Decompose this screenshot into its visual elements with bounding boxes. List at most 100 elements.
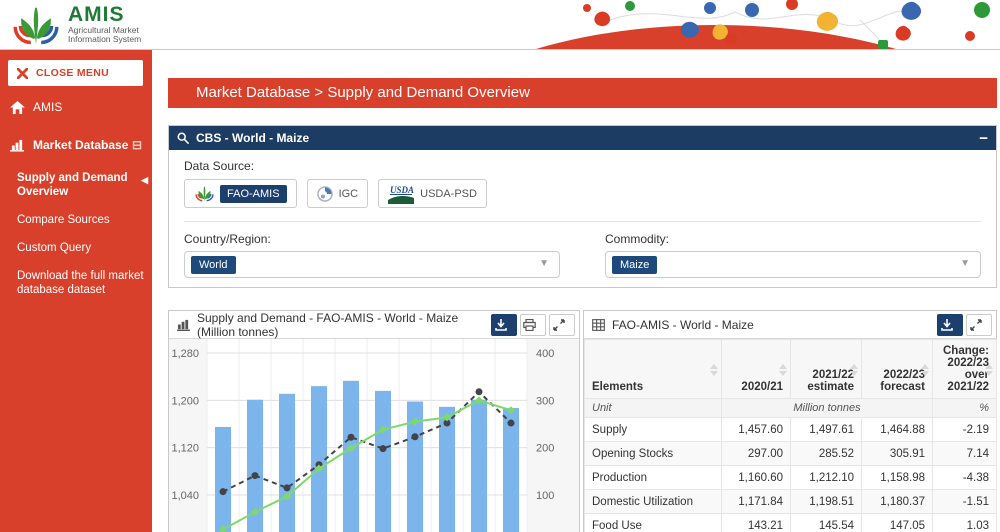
table-row: Opening Stocks 297.00 285.52 305.91 7.14	[585, 442, 997, 466]
sidebar-item-market-database[interactable]: Market Database ⊟	[0, 130, 152, 160]
sidebar: CLOSE MENU AMIS Market Database ⊟ Supply…	[0, 50, 152, 532]
breadcrumb: Market Database > Supply and Demand Over…	[168, 78, 997, 108]
close-menu-label: CLOSE MENU	[36, 67, 109, 79]
element-name: Production	[585, 466, 722, 490]
filters-panel-title: CBS - World - Maize	[196, 131, 979, 145]
usda-logo-icon: USDA	[388, 184, 414, 204]
svg-text:300: 300	[536, 395, 554, 407]
expand-icon	[970, 319, 982, 331]
divider	[184, 221, 981, 222]
value-cell: 1,158.98	[862, 466, 933, 490]
main-content: Market Database > Supply and Demand Over…	[152, 50, 1000, 532]
unit-percent: %	[933, 399, 997, 418]
source-button-igc[interactable]: IGC	[307, 179, 369, 208]
change-cell: -1.51	[933, 490, 997, 514]
column-header-elements[interactable]: Elements	[585, 340, 722, 399]
top-banner: AMIS Agricultural Market Information Sys…	[0, 0, 1000, 50]
unit-label: Unit	[585, 399, 722, 418]
sort-icon	[921, 364, 929, 376]
sort-icon	[779, 364, 787, 376]
country-select[interactable]: World ▼	[184, 251, 560, 278]
change-cell: 1.03	[933, 514, 997, 532]
expand-icon	[553, 319, 565, 331]
sidebar-item-amis[interactable]: AMIS	[0, 92, 152, 122]
country-selected-chip: World	[191, 256, 236, 274]
sidebar-item-download-dataset[interactable]: Download the full market database datase…	[17, 262, 152, 304]
sort-icon	[985, 364, 993, 376]
change-cell: -2.19	[933, 418, 997, 442]
table-row: Domestic Utilization 1,171.84 1,198.51 1…	[585, 490, 997, 514]
svg-text:1,200: 1,200	[171, 395, 199, 407]
value-cell: 1,180.37	[862, 490, 933, 514]
column-header-2020-21[interactable]: 2020/21	[722, 340, 791, 399]
table-row: Supply 1,457.60 1,497.61 1,464.88 -2.19	[585, 418, 997, 442]
value-cell: 305.91	[862, 442, 933, 466]
sub-item-label: Download the full market database datase…	[17, 270, 144, 296]
sort-icon	[850, 364, 858, 376]
close-menu-button[interactable]: CLOSE MENU	[8, 60, 143, 86]
source-button-fao-amis[interactable]: FAO-AMIS	[184, 179, 297, 208]
sidebar-item-supply-and-demand-overview[interactable]: Supply and Demand Overview ◀	[17, 164, 152, 206]
value-cell: 1,198.51	[791, 490, 862, 514]
table-panel-title: FAO-AMIS - World - Maize	[612, 318, 934, 332]
svg-text:1,120: 1,120	[171, 443, 199, 455]
chart-download-button[interactable]	[491, 314, 517, 336]
element-name: Opening Stocks	[585, 442, 722, 466]
sidebar-item-label: AMIS	[33, 100, 62, 114]
column-header-2022-23-forecast[interactable]: 2022/23forecast	[862, 340, 933, 399]
chart-panel-header: Supply and Demand - FAO-AMIS - World - M…	[169, 311, 579, 339]
change-cell: 7.14	[933, 442, 997, 466]
supply-demand-chart: 1,2804001,2003001,1202001,040100	[169, 339, 579, 532]
unit-row: Unit Million tonnes %	[585, 399, 997, 418]
value-cell: 143.21	[722, 514, 791, 532]
chart-expand-button[interactable]	[549, 314, 575, 336]
value-cell: 147.05	[862, 514, 933, 532]
chevron-down-icon: ▼	[960, 258, 970, 269]
column-header-change[interactable]: Change:2022/23over2021/22	[933, 340, 997, 399]
commodity-select[interactable]: Maize ▼	[605, 251, 981, 278]
amis-logo: AMIS Agricultural Market Information Sys…	[10, 4, 141, 48]
caret-left-icon: ◀	[141, 173, 148, 187]
svg-text:100: 100	[536, 490, 554, 502]
close-icon	[17, 68, 28, 79]
table-row: Food Use 143.21 145.54 147.05 1.03	[585, 514, 997, 532]
table-header-row: Elements 2020/21 2021/22estimate 2022/23…	[585, 340, 997, 399]
table-panel: FAO-AMIS - World - Maize Elements	[583, 310, 997, 532]
bar-chart-icon	[10, 139, 25, 152]
column-header-2021-22-estimate[interactable]: 2021/22estimate	[791, 340, 862, 399]
value-cell: 1,160.60	[722, 466, 791, 490]
chart-print-button[interactable]	[520, 314, 546, 336]
source-label: IGC	[339, 188, 359, 200]
collapse-panel-button[interactable]: −	[979, 131, 988, 146]
unit-value: Million tonnes	[722, 399, 933, 418]
search-icon	[177, 132, 189, 144]
element-name: Food Use	[585, 514, 722, 532]
chart-panel: Supply and Demand - FAO-AMIS - World - M…	[168, 310, 580, 532]
source-button-usda-psd[interactable]: USDA USDA-PSD	[378, 179, 487, 208]
collapse-section-icon[interactable]: ⊟	[132, 138, 142, 152]
table-row: Production 1,160.60 1,212.10 1,158.98 -4…	[585, 466, 997, 490]
value-cell: 145.54	[791, 514, 862, 532]
change-cell: -4.38	[933, 466, 997, 490]
igc-logo-icon	[317, 186, 333, 202]
table-icon	[592, 319, 605, 331]
value-cell: 1,464.88	[862, 418, 933, 442]
sidebar-item-custom-query[interactable]: Custom Query	[17, 234, 152, 262]
supply-demand-table: Elements 2020/21 2021/22estimate 2022/23…	[584, 339, 997, 532]
commodity-selected-chip: Maize	[612, 256, 657, 274]
svg-text:400: 400	[536, 348, 554, 360]
sidebar-item-compare-sources[interactable]: Compare Sources	[17, 206, 152, 234]
sidebar-subnav: Supply and Demand Overview ◀ Compare Sou…	[0, 160, 152, 304]
filters-panel: CBS - World - Maize − Data Source: FAO-A…	[168, 125, 997, 288]
table-download-button[interactable]	[937, 314, 963, 336]
sub-item-label: Supply and Demand Overview	[17, 172, 128, 198]
value-cell: 1,171.84	[722, 490, 791, 514]
data-source-label: Data Source:	[184, 159, 981, 173]
table-panel-header: FAO-AMIS - World - Maize	[584, 311, 996, 339]
table-expand-button[interactable]	[966, 314, 992, 336]
svg-text:1,280: 1,280	[171, 348, 199, 360]
svg-text:1,040: 1,040	[171, 490, 199, 502]
value-cell: 297.00	[722, 442, 791, 466]
commodity-label: Commodity:	[605, 232, 981, 246]
source-label: FAO-AMIS	[220, 185, 287, 203]
